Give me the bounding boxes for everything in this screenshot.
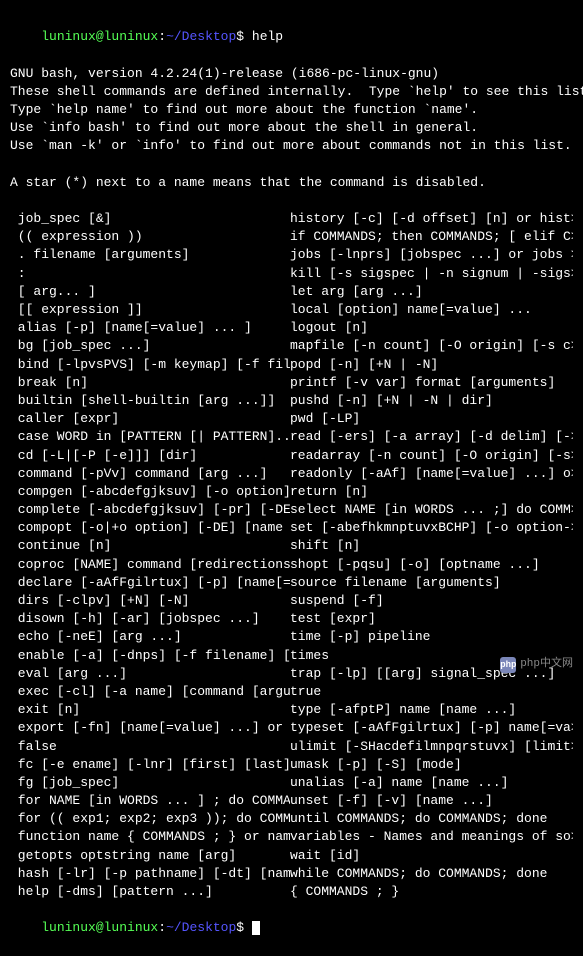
help-entry: case WORD in [PATTERN [| PATTERN]...)> <box>10 428 290 446</box>
watermark-text: php中文网 <box>520 657 573 672</box>
help-columns: job_spec [&] (( expression )) . filename… <box>10 210 573 901</box>
help-entry: cd [-L|[-P [-e]]] [dir] <box>10 447 290 465</box>
help-entry: coproc [NAME] command [redirections] <box>10 556 290 574</box>
help-entry: fc [-e ename] [-lnr] [first] [last] o> <box>10 756 290 774</box>
help-entry: exec [-cl] [-a name] [command [argume> <box>10 683 290 701</box>
help-header-line: A star (*) next to a name means that the… <box>10 174 573 192</box>
help-entry: continue [n] <box>10 537 290 555</box>
help-header: GNU bash, version 4.2.24(1)-release (i68… <box>10 65 573 211</box>
help-header-line: GNU bash, version 4.2.24(1)-release (i68… <box>10 65 573 83</box>
help-entry: pushd [-n] [+N | -N | dir] <box>290 392 573 410</box>
help-header-line: Use `info bash' to find out more about t… <box>10 119 573 137</box>
help-entry: true <box>290 683 573 701</box>
help-header-line <box>10 192 573 210</box>
prompt-path: ~/Desktop <box>166 920 236 935</box>
help-entry: for NAME [in WORDS ... ] ; do COMMAND> <box>10 792 290 810</box>
help-entry: suspend [-f] <box>290 592 573 610</box>
help-entry: history [-c] [-d offset] [n] or hist> <box>290 210 573 228</box>
help-entry: return [n] <box>290 483 573 501</box>
help-entry: alias [-p] [name[=value] ... ] <box>10 319 290 337</box>
help-entry: { COMMANDS ; } <box>290 883 573 901</box>
help-entry: readarray [-n count] [-O origin] [-s> <box>290 447 573 465</box>
help-entry: export [-fn] [name[=value] ...] or ex> <box>10 719 290 737</box>
help-entry: select NAME [in WORDS ... ;] do COMM> <box>290 501 573 519</box>
help-entry: for (( exp1; exp2; exp3 )); do COMMAN> <box>10 810 290 828</box>
cursor <box>252 921 260 935</box>
prompt-path: ~/Desktop <box>166 29 236 44</box>
help-header-line: Type `help name' to find out more about … <box>10 101 573 119</box>
help-entry: jobs [-lnprs] [jobspec ...] or jobs > <box>290 246 573 264</box>
help-header-line: Use `man -k' or `info' to find out more … <box>10 137 573 155</box>
help-column-left: job_spec [&] (( expression )) . filename… <box>10 210 290 901</box>
terminal-window[interactable]: luninux@luninux:~/Desktop$ help GNU bash… <box>10 10 573 956</box>
help-entry: compgen [-abcdefgjksuv] [-o option] > <box>10 483 290 501</box>
help-entry: disown [-h] [-ar] [jobspec ...] <box>10 610 290 628</box>
help-entry: getopts optstring name [arg] <box>10 847 290 865</box>
prompt-line-1: luninux@luninux:~/Desktop$ help <box>10 10 573 65</box>
help-entry: let arg [arg ...] <box>290 283 573 301</box>
help-header-line <box>10 156 573 174</box>
help-entry: exit [n] <box>10 701 290 719</box>
help-entry: builtin [shell-builtin [arg ...]] <box>10 392 290 410</box>
help-entry: test [expr] <box>290 610 573 628</box>
help-entry: fg [job_spec] <box>10 774 290 792</box>
help-entry: read [-ers] [-a array] [-d delim] [-> <box>290 428 573 446</box>
help-entry: popd [-n] [+N | -N] <box>290 356 573 374</box>
command-text: help <box>252 29 283 44</box>
help-entry: shift [n] <box>290 537 573 555</box>
help-entry: enable [-a] [-dnps] [-f filename] [na> <box>10 647 290 665</box>
help-entry: bg [job_spec ...] <box>10 337 290 355</box>
help-entry: [[ expression ]] <box>10 301 290 319</box>
help-entry: command [-pVv] command [arg ...] <box>10 465 290 483</box>
help-entry: false <box>10 738 290 756</box>
prompt-user: luninux@luninux <box>41 920 158 935</box>
help-entry: kill [-s sigspec | -n signum | -sigs> <box>290 265 573 283</box>
help-entry: typeset [-aAfFgilrtux] [-p] name[=va> <box>290 719 573 737</box>
help-entry: time [-p] pipeline <box>290 628 573 646</box>
help-entry: until COMMANDS; do COMMANDS; done <box>290 810 573 828</box>
watermark: php php中文网 <box>500 657 573 673</box>
help-entry: unset [-f] [-v] [name ...] <box>290 792 573 810</box>
help-entry: (( expression )) <box>10 228 290 246</box>
help-entry: [ arg... ] <box>10 283 290 301</box>
help-entry: printf [-v var] format [arguments] <box>290 374 573 392</box>
help-entry: shopt [-pqsu] [-o] [optname ...] <box>290 556 573 574</box>
help-entry: readonly [-aAf] [name[=value] ...] o> <box>290 465 573 483</box>
help-entry: pwd [-LP] <box>290 410 573 428</box>
help-entry: break [n] <box>10 374 290 392</box>
help-entry: job_spec [&] <box>10 210 290 228</box>
help-entry: . filename [arguments] <box>10 246 290 264</box>
help-entry: while COMMANDS; do COMMANDS; done <box>290 865 573 883</box>
php-icon: php <box>500 657 516 673</box>
help-entry: function name { COMMANDS ; } or name > <box>10 828 290 846</box>
help-entry: if COMMANDS; then COMMANDS; [ elif C> <box>290 228 573 246</box>
help-entry: echo [-neE] [arg ...] <box>10 628 290 646</box>
help-entry: compopt [-o|+o option] [-DE] [name ..> <box>10 519 290 537</box>
prompt-line-2[interactable]: luninux@luninux:~/Desktop$ <box>10 901 573 956</box>
help-entry: variables - Names and meanings of so> <box>290 828 573 846</box>
help-entry: : <box>10 265 290 283</box>
help-entry: unalias [-a] name [name ...] <box>290 774 573 792</box>
help-entry: source filename [arguments] <box>290 574 573 592</box>
help-entry: set [-abefhkmnptuvxBCHP] [-o option-> <box>290 519 573 537</box>
help-entry: complete [-abcdefgjksuv] [-pr] [-DE] > <box>10 501 290 519</box>
help-entry: bind [-lpvsPVS] [-m keymap] [-f filen> <box>10 356 290 374</box>
help-entry: mapfile [-n count] [-O origin] [-s c> <box>290 337 573 355</box>
help-entry: type [-afptP] name [name ...] <box>290 701 573 719</box>
help-header-line: These shell commands are defined interna… <box>10 83 573 101</box>
help-column-right: history [-c] [-d offset] [n] or hist>if … <box>290 210 573 901</box>
help-entry: declare [-aAfFgilrtux] [-p] [name[=va> <box>10 574 290 592</box>
help-entry: ulimit [-SHacdefilmnpqrstuvx] [limit> <box>290 738 573 756</box>
help-entry: logout [n] <box>290 319 573 337</box>
help-entry: wait [id] <box>290 847 573 865</box>
prompt-user: luninux@luninux <box>41 29 158 44</box>
help-entry: caller [expr] <box>10 410 290 428</box>
help-entry: umask [-p] [-S] [mode] <box>290 756 573 774</box>
help-entry: eval [arg ...] <box>10 665 290 683</box>
help-entry: help [-dms] [pattern ...] <box>10 883 290 901</box>
help-entry: local [option] name[=value] ... <box>290 301 573 319</box>
help-entry: dirs [-clpv] [+N] [-N] <box>10 592 290 610</box>
help-entry: hash [-lr] [-p pathname] [-dt] [name > <box>10 865 290 883</box>
